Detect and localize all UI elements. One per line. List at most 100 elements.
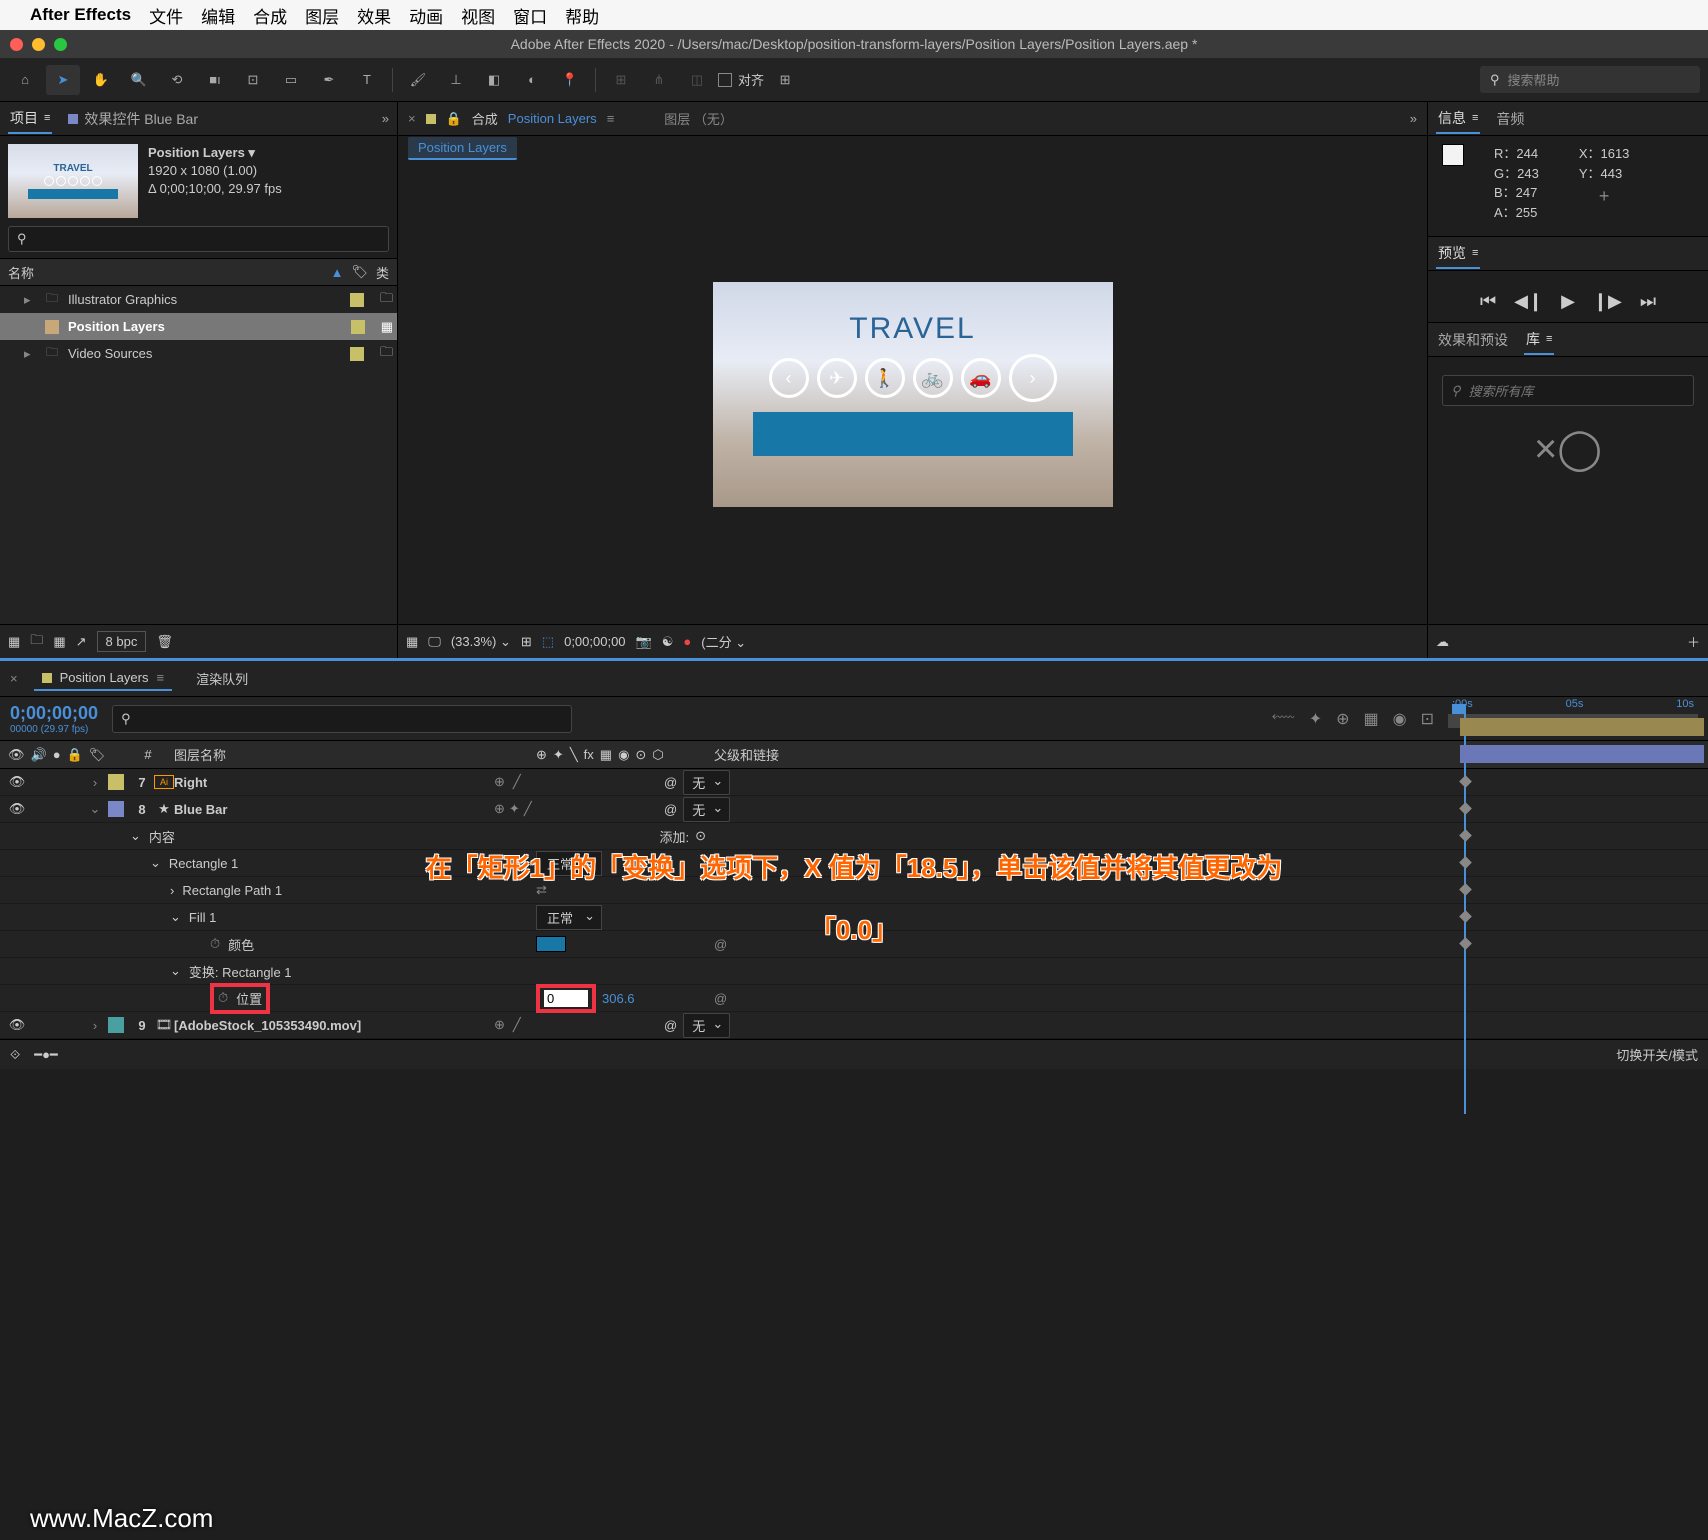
timeline-tracks[interactable]: [1456, 714, 1708, 957]
toggle-modes-button[interactable]: 切换开关/模式: [1616, 1045, 1698, 1064]
close-tab-icon[interactable]: ×: [408, 111, 416, 126]
menu-help[interactable]: 帮助: [565, 3, 599, 28]
panel-menu-icon[interactable]: ≡: [607, 111, 615, 126]
cloud-sync-icon[interactable]: ☁: [1436, 634, 1449, 650]
view-axis-icon[interactable]: ◫: [680, 65, 714, 95]
breadcrumb[interactable]: Position Layers: [408, 137, 517, 160]
minimize-window-icon[interactable]: [32, 38, 45, 51]
lock-column-icon[interactable]: 🔒: [67, 747, 83, 763]
project-item-comp[interactable]: Position Layers ▦: [0, 313, 397, 340]
menu-file[interactable]: 文件: [149, 3, 183, 28]
timeline-search-input[interactable]: ⚲: [112, 705, 572, 733]
property-row[interactable]: ⌄Fill 1 正常: [0, 904, 1708, 931]
last-frame-button[interactable]: ⏭: [1640, 291, 1656, 312]
link-icon[interactable]: @: [714, 937, 727, 952]
region-icon[interactable]: ⬚: [542, 634, 554, 650]
world-axis-icon[interactable]: ⋔: [642, 65, 676, 95]
add-shape-icon[interactable]: ⊙: [695, 828, 706, 844]
library-search-input[interactable]: ⚲ 搜索所有库: [1442, 375, 1694, 406]
rectangle-tool[interactable]: ▭: [274, 65, 308, 95]
tab-preview[interactable]: 预览≡: [1436, 239, 1480, 269]
menu-window[interactable]: 窗口: [513, 3, 547, 28]
play-button[interactable]: ▶: [1561, 291, 1575, 312]
draft3d-icon[interactable]: ✦: [1309, 709, 1322, 729]
motion-blur-icon[interactable]: ◉: [1393, 709, 1407, 729]
eye-column-icon[interactable]: 👁: [8, 747, 25, 763]
menu-effect[interactable]: 效果: [357, 3, 391, 28]
pickwhip-icon[interactable]: @: [664, 1018, 677, 1033]
toggle-transparency-icon[interactable]: 🖵: [428, 634, 441, 650]
color-tag[interactable]: [350, 293, 364, 307]
layer-bar[interactable]: [1460, 745, 1704, 763]
property-row[interactable]: ›Rectangle Path 1 ⇄: [0, 877, 1708, 904]
twirl-icon[interactable]: ›: [88, 1018, 102, 1033]
layer-name[interactable]: Blue Bar: [174, 802, 494, 817]
comp-tab-name[interactable]: Position Layers: [508, 111, 597, 126]
project-search-input[interactable]: ⚲: [8, 226, 389, 252]
property-row[interactable]: ⏱颜色 @: [0, 931, 1708, 958]
composition-viewer[interactable]: TRAVEL ‹ ✈ 🚶 🚲 🚗 ›: [398, 164, 1427, 624]
color-mgmt-icon[interactable]: ●: [683, 634, 691, 649]
resolution-icon[interactable]: ⊞: [521, 634, 532, 650]
parent-dropdown[interactable]: 无: [683, 797, 730, 822]
menu-composition[interactable]: 合成: [253, 3, 287, 28]
menu-edit[interactable]: 编辑: [201, 3, 235, 28]
comp-flowchart-icon[interactable]: ⬳: [1272, 709, 1295, 729]
menu-layer[interactable]: 图层: [305, 3, 339, 28]
add-to-library-icon[interactable]: ＋: [1687, 632, 1700, 651]
channel-icon[interactable]: ☯: [662, 634, 674, 650]
hand-tool[interactable]: ✋: [84, 65, 118, 95]
first-frame-button[interactable]: ⏮: [1480, 291, 1496, 312]
search-help-input[interactable]: ⚲ 搜索帮助: [1480, 66, 1700, 93]
color-tag[interactable]: [108, 1017, 124, 1033]
layer-name[interactable]: Right: [174, 775, 494, 790]
color-tag[interactable]: [108, 774, 124, 790]
puppet-tool[interactable]: 📍: [553, 65, 587, 95]
project-item-folder[interactable]: ▸ 🗀 Video Sources 🗀: [0, 340, 397, 367]
twirl-icon[interactable]: ▸: [24, 292, 36, 308]
layer-row[interactable]: 👁 › 7 Ai Right ⊕╱ @ 无: [0, 769, 1708, 796]
menu-animation[interactable]: 动画: [409, 3, 443, 28]
layer-tab[interactable]: 图层 （无）: [664, 109, 733, 128]
stopwatch-icon[interactable]: ⏱: [218, 990, 228, 1006]
local-axis-icon[interactable]: ⊞: [604, 65, 638, 95]
render-queue-tab[interactable]: 渲染队列: [188, 665, 256, 692]
label-column-icon[interactable]: 🏷: [89, 747, 106, 763]
app-name[interactable]: After Effects: [30, 5, 131, 25]
property-row[interactable]: ⌄内容 添加:⊙: [0, 823, 1708, 850]
comp-thumbnail[interactable]: TRAVEL: [8, 144, 138, 218]
new-folder-icon[interactable]: 🗀: [30, 631, 43, 653]
property-position-row[interactable]: ⏱ 位置 306.6 @: [0, 985, 1708, 1012]
color-tag[interactable]: [351, 320, 365, 334]
type-tool[interactable]: T: [350, 65, 384, 95]
visibility-toggle[interactable]: 👁: [8, 1017, 26, 1033]
col-parent[interactable]: 父级和链接: [706, 745, 866, 764]
menu-view[interactable]: 视图: [461, 3, 495, 28]
parent-dropdown[interactable]: 无: [683, 1013, 730, 1038]
eraser-tool[interactable]: ◧: [477, 65, 511, 95]
color-tag[interactable]: [108, 801, 124, 817]
grid-icon[interactable]: ▦: [406, 634, 418, 650]
col-type-header[interactable]: 类: [376, 263, 389, 282]
next-frame-button[interactable]: ❙▶: [1593, 291, 1622, 312]
panel-overflow-icon[interactable]: »: [1410, 111, 1417, 126]
snap-checkbox[interactable]: [718, 73, 732, 87]
keyframe-icon[interactable]: [1459, 829, 1472, 842]
position-y-value[interactable]: 306.6: [602, 991, 635, 1006]
tab-effect-controls[interactable]: 效果控件 Blue Bar: [66, 105, 200, 133]
clone-stamp-tool[interactable]: ⊥: [439, 65, 473, 95]
selection-tool[interactable]: ➤: [46, 65, 80, 95]
brush-tool[interactable]: 🖌: [401, 65, 435, 95]
keyframe-icon[interactable]: [1459, 937, 1472, 950]
col-name-header[interactable]: 名称: [8, 263, 331, 282]
mode-switch-icon[interactable]: ⊕: [536, 747, 547, 763]
keyframe-icon[interactable]: [1459, 883, 1472, 896]
pickwhip-icon[interactable]: @: [664, 775, 677, 790]
color-tag[interactable]: [350, 347, 364, 361]
timeline-tab[interactable]: Position Layers ≡: [34, 666, 172, 691]
audio-column-icon[interactable]: 🔊: [31, 747, 47, 763]
zoom-dropdown[interactable]: (33.3%): [451, 634, 511, 650]
bpc-button[interactable]: 8 bpc: [97, 631, 147, 652]
twirl-icon[interactable]: ›: [170, 883, 174, 898]
pickwhip-icon[interactable]: @: [664, 802, 677, 817]
